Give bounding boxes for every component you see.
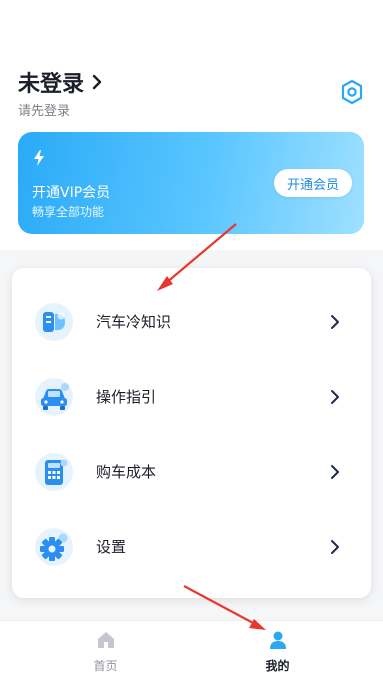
tab-home[interactable]: 首页 [10, 621, 201, 681]
book-icon [35, 303, 73, 341]
chevron-right-icon [331, 315, 339, 329]
chevron-right-icon [331, 465, 339, 479]
menu-card: 汽车冷知识 操作指引 购车成本 设置 [12, 268, 371, 598]
bottom-tab-bar: 首页 我的 [0, 620, 383, 681]
tab-label: 首页 [93, 659, 118, 673]
car-icon [35, 378, 73, 416]
user-icon [269, 631, 286, 649]
vip-title: 开通VIP会员 [32, 185, 111, 201]
profile-title: 未登录 [18, 72, 85, 97]
chevron-right-icon [331, 390, 339, 404]
menu-item-purchase-cost[interactable]: 购车成本 [12, 437, 371, 507]
chevron-right-icon [92, 74, 102, 90]
menu-item-label: 汽车冷知识 [96, 313, 172, 331]
tab-mine[interactable]: 我的 [182, 621, 373, 681]
home-icon [97, 632, 114, 648]
menu-item-label: 操作指引 [96, 388, 157, 406]
profile-subtitle: 请先登录 [18, 104, 71, 119]
settings-button[interactable] [338, 78, 366, 106]
open-vip-button[interactable]: 开通会员 [274, 169, 352, 197]
lightning-icon [34, 150, 44, 166]
login-prompt[interactable]: 未登录 [18, 66, 104, 98]
calculator-icon [35, 453, 73, 491]
vip-description: 畅享全部功能 [32, 205, 105, 219]
hexagon-settings-icon [341, 79, 363, 105]
vip-card[interactable]: 开通VIP会员 畅享全部功能 开通会员 [18, 132, 364, 234]
menu-item-car-knowledge[interactable]: 汽车冷知识 [12, 287, 371, 357]
chevron-right-icon [331, 540, 339, 554]
menu-item-label: 购车成本 [96, 463, 157, 481]
tab-label: 我的 [265, 659, 290, 673]
menu-item-settings[interactable]: 设置 [12, 512, 371, 582]
gear-icon [35, 528, 73, 566]
menu-item-label: 设置 [96, 538, 127, 556]
menu-item-operation-guide[interactable]: 操作指引 [12, 362, 371, 432]
